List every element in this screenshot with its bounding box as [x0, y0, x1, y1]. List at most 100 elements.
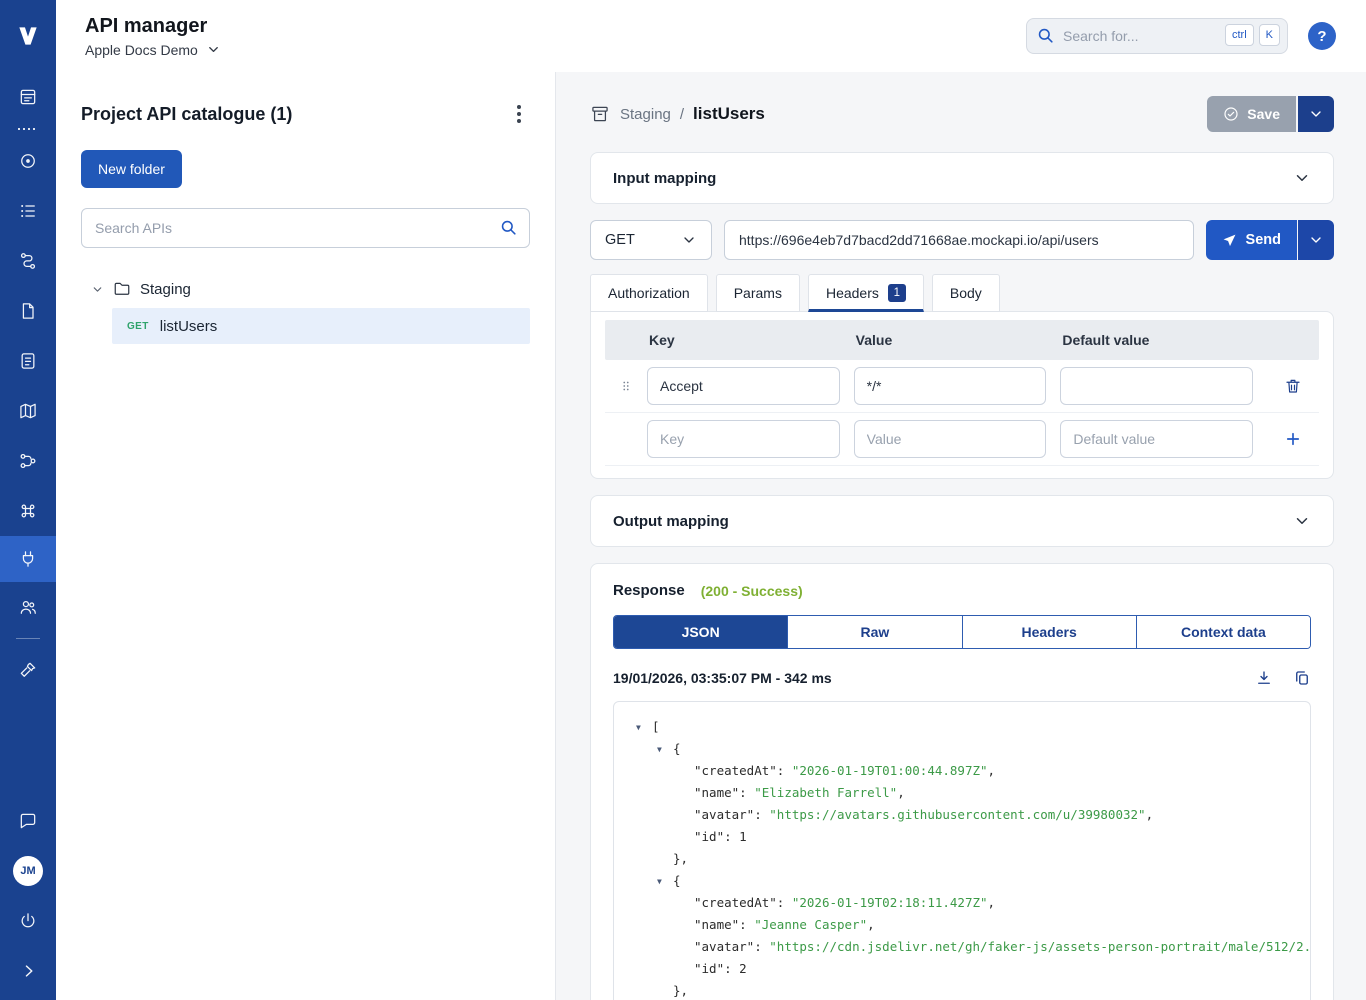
view-context-data[interactable]: Context data [1137, 616, 1310, 648]
sidebar-item-catalog[interactable] [0, 72, 56, 122]
sidebar-item-chat[interactable] [0, 796, 56, 846]
breadcrumb-endpoint: listUsers [693, 104, 765, 124]
json-token: , [988, 895, 996, 910]
sidebar-item-logout[interactable] [0, 896, 56, 946]
download-response-button[interactable] [1255, 669, 1273, 687]
workspace: Staging / listUsers Save Input mapping G… [556, 72, 1366, 1000]
workspace-picker[interactable]: Apple Docs Demo [85, 42, 221, 58]
sidebar-item-notes[interactable] [0, 336, 56, 386]
help-button[interactable]: ? [1308, 22, 1336, 50]
json-token: "2026-01-19T02:18:11.427Z" [792, 895, 988, 910]
json-token: : [739, 785, 754, 800]
output-mapping-section[interactable]: Output mapping [590, 495, 1334, 547]
view-raw[interactable]: Raw [788, 616, 962, 648]
catalog-icon [18, 87, 38, 107]
json-token: }, [673, 983, 688, 998]
page-title: API manager [85, 15, 221, 38]
chevron-down-icon[interactable] [1293, 512, 1311, 530]
catalogue-title: Project API catalogue (1) [81, 104, 292, 125]
caret-spacer [657, 981, 673, 1000]
response-actions [1255, 669, 1311, 687]
new-default-input[interactable] [1060, 420, 1253, 458]
breadcrumb-folder[interactable]: Staging [620, 106, 671, 123]
tab-body[interactable]: Body [932, 274, 1000, 312]
sidebar-item-file[interactable] [0, 286, 56, 336]
drag-handle[interactable] [605, 378, 647, 394]
sidebar-item-debug[interactable] [0, 136, 56, 186]
new-key-input[interactable] [647, 420, 840, 458]
method-select[interactable]: GET [590, 220, 712, 260]
add-row-button[interactable] [1267, 430, 1319, 448]
sidebar-bottom: JM [0, 796, 56, 996]
tab-params[interactable]: Params [716, 274, 800, 312]
chevron-down-icon[interactable] [1293, 169, 1311, 187]
view-headers[interactable]: Headers [963, 616, 1137, 648]
delete-row-button[interactable] [1267, 377, 1319, 395]
header-default-input[interactable] [1060, 367, 1253, 405]
workspace-name: Apple Docs Demo [85, 42, 198, 58]
sidebar-item-shortcuts[interactable] [0, 486, 56, 536]
list-icon [18, 201, 38, 221]
json-token: }, [673, 851, 688, 866]
caret-spacer [678, 959, 694, 980]
response-title: Response [613, 582, 685, 599]
chevron-down-icon [681, 232, 697, 248]
tab-label: Authorization [608, 285, 690, 301]
json-token: : [754, 807, 769, 822]
header-key-input[interactable] [647, 367, 840, 405]
json-line: "createdAt": "2026-01-19T01:00:44.897Z", [624, 760, 1300, 782]
breadcrumb-separator: / [680, 106, 684, 123]
sidebar-item-list[interactable] [0, 186, 56, 236]
json-token: "https://cdn.jsdelivr.net/gh/faker-js/as… [769, 939, 1311, 954]
app-logo[interactable] [0, 0, 56, 72]
tree-folder-staging[interactable]: Staging [81, 278, 530, 308]
json-line: "id": 1 [624, 826, 1300, 848]
sidebar-item-pipeline[interactable] [0, 436, 56, 486]
json-token: 1 [739, 829, 747, 844]
send-button[interactable]: Send [1206, 220, 1297, 260]
request-url-input[interactable] [724, 220, 1194, 260]
sidebar-item-flows[interactable] [0, 236, 56, 286]
new-value-input[interactable] [854, 420, 1047, 458]
json-token: , [867, 917, 875, 932]
sidebar-item-users[interactable] [0, 582, 56, 632]
tab-label: Params [734, 285, 782, 301]
save-label: Save [1247, 106, 1280, 122]
sidebar-item-tools[interactable] [0, 645, 56, 695]
api-search-input[interactable] [81, 208, 530, 248]
sidebar: JM [0, 0, 56, 1000]
input-mapping-section[interactable]: Input mapping [590, 152, 1334, 204]
sidebar-item-account[interactable]: JM [0, 846, 56, 896]
debug-icon [18, 151, 38, 171]
command-icon [18, 501, 38, 521]
sidebar-item-api-connector[interactable] [0, 536, 56, 582]
api-search [81, 208, 530, 248]
catalogue-menu-button[interactable] [508, 100, 530, 128]
users-icon [18, 597, 38, 617]
tab-authorization[interactable]: Authorization [590, 274, 708, 312]
response-timestamp: 19/01/2026, 03:35:07 PM - 342 ms [613, 670, 832, 686]
title-block: API manager Apple Docs Demo [85, 15, 221, 58]
send-dropdown-button[interactable] [1298, 220, 1334, 260]
collapse-caret-icon[interactable]: ▼ [657, 871, 673, 892]
copy-response-button[interactable] [1293, 669, 1311, 687]
save-dropdown-button[interactable] [1298, 96, 1334, 132]
collapse-caret-icon[interactable]: ▼ [636, 717, 652, 738]
sidebar-expand-toggle[interactable] [0, 946, 56, 996]
view-json[interactable]: JSON [614, 616, 788, 648]
json-line: "createdAt": "2026-01-19T02:18:11.427Z", [624, 892, 1300, 914]
tab-headers[interactable]: Headers 1 [808, 274, 924, 312]
api-tree: Staging GET listUsers [81, 278, 530, 344]
endpoint-name: listUsers [160, 318, 218, 335]
collapse-caret-icon[interactable]: ▼ [657, 739, 673, 760]
json-token: "id" [694, 829, 724, 844]
folder-icon [113, 280, 131, 298]
header-value-input[interactable] [854, 367, 1047, 405]
tree-endpoint-listusers[interactable]: GET listUsers [112, 308, 530, 344]
caret-spacer [678, 937, 694, 958]
new-folder-button[interactable]: New folder [81, 150, 182, 188]
avatar: JM [13, 856, 43, 886]
sidebar-item-map[interactable] [0, 386, 56, 436]
topbar-right: ctrl K ? [1026, 18, 1336, 54]
save-button[interactable]: Save [1207, 96, 1296, 132]
